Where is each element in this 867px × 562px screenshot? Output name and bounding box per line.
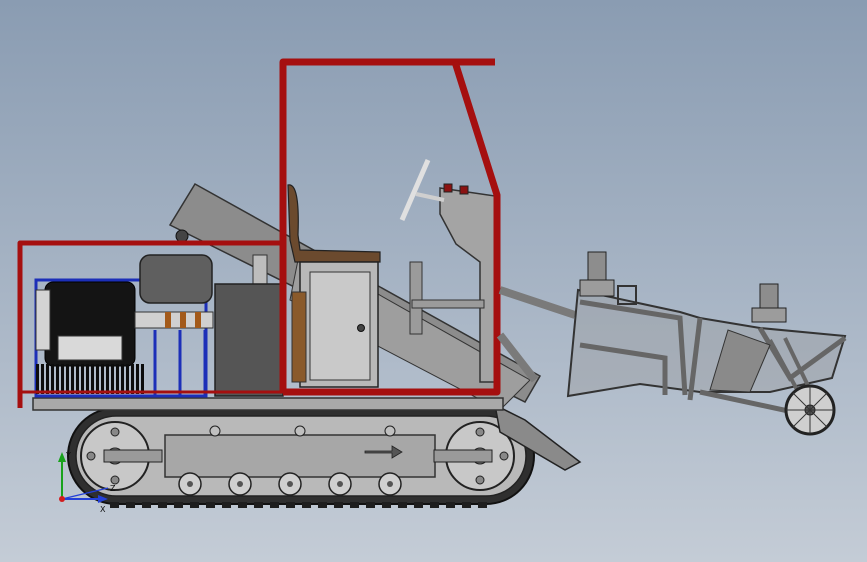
triad-origin (59, 496, 65, 502)
road-wheel-hub (337, 481, 343, 487)
track-lug (414, 502, 423, 508)
road-wheel-hub (387, 481, 393, 487)
radiator-fin (136, 364, 139, 394)
track-lug (174, 502, 183, 508)
cad-viewport[interactable]: Y X Z (0, 0, 867, 562)
engine-flywheel (35, 289, 51, 351)
radiator (36, 364, 144, 394)
track-lug (350, 502, 359, 508)
steering-wheel-icon (399, 159, 445, 221)
track-lug (382, 502, 391, 508)
radiator-fin (116, 364, 119, 394)
radiator-fin (56, 364, 59, 394)
radiator-fin (131, 364, 134, 394)
tensioner-plate (252, 254, 268, 286)
gauge-wheel (784, 384, 836, 436)
track-lug (478, 502, 487, 508)
radiator-fin (96, 364, 99, 394)
radiator-fin (41, 364, 44, 394)
road-wheel-hub (187, 481, 193, 487)
top-roller (294, 425, 306, 437)
triad-label-y: Y (65, 451, 71, 460)
track-lug (286, 502, 295, 508)
engine-compartment (34, 254, 284, 398)
harvest-attachment (496, 251, 847, 436)
axis-y-arrow-icon (58, 452, 66, 462)
track-lug (222, 502, 231, 508)
radiator-fin (76, 364, 79, 394)
track-lug (126, 502, 135, 508)
track-lug (142, 502, 151, 508)
track-lug (238, 502, 247, 508)
radiator-fin (126, 364, 129, 394)
track-lug (302, 502, 311, 508)
hopper-funnel-right (759, 283, 779, 311)
radiator-fin (91, 364, 94, 394)
radiator-fin (101, 364, 104, 394)
fuel-tank (214, 283, 284, 397)
door-knob-icon (357, 324, 365, 332)
track-lug (430, 502, 439, 508)
radiator-fin (51, 364, 54, 394)
radiator-fin (111, 364, 114, 394)
track-lug (270, 502, 279, 508)
top-roller (384, 425, 396, 437)
radiator-fin (121, 364, 124, 394)
radiator-fin (36, 364, 39, 394)
radiator-fin (86, 364, 89, 394)
seat-cushion (139, 254, 213, 304)
track-lug (158, 502, 167, 508)
triad-label-z: Z (110, 484, 116, 493)
track-lug (190, 502, 199, 508)
track-lug (398, 502, 407, 508)
road-wheel-hub (287, 481, 293, 487)
track-lug (206, 502, 215, 508)
track-lug (446, 502, 455, 508)
seat-post (409, 261, 423, 335)
chassis-deck (32, 397, 504, 411)
conveyor-pulley (175, 229, 189, 243)
top-roller (209, 425, 221, 437)
radiator-fin (46, 364, 49, 394)
track-lug (254, 502, 263, 508)
radiator-fin (71, 364, 74, 394)
drive-shaft (134, 311, 214, 329)
track-lug (110, 502, 119, 508)
operator-seat (287, 184, 381, 263)
harvester-model: Y X Z (17, 58, 847, 514)
track-lug (366, 502, 375, 508)
radiator-fin (106, 364, 109, 394)
radiator-fin (141, 364, 144, 394)
radiator-fin (61, 364, 64, 394)
radiator-fin (81, 364, 84, 394)
track-lug (318, 502, 327, 508)
crawler-track (67, 404, 535, 508)
road-wheel-hub (237, 481, 243, 487)
engine-cover (57, 335, 123, 361)
hopper-funnel-left (587, 251, 607, 281)
side-panel-wood (291, 291, 307, 383)
track-lug (462, 502, 471, 508)
radiator-fin (66, 364, 69, 394)
triad-label-x: X (100, 505, 106, 514)
track-lug (334, 502, 343, 508)
